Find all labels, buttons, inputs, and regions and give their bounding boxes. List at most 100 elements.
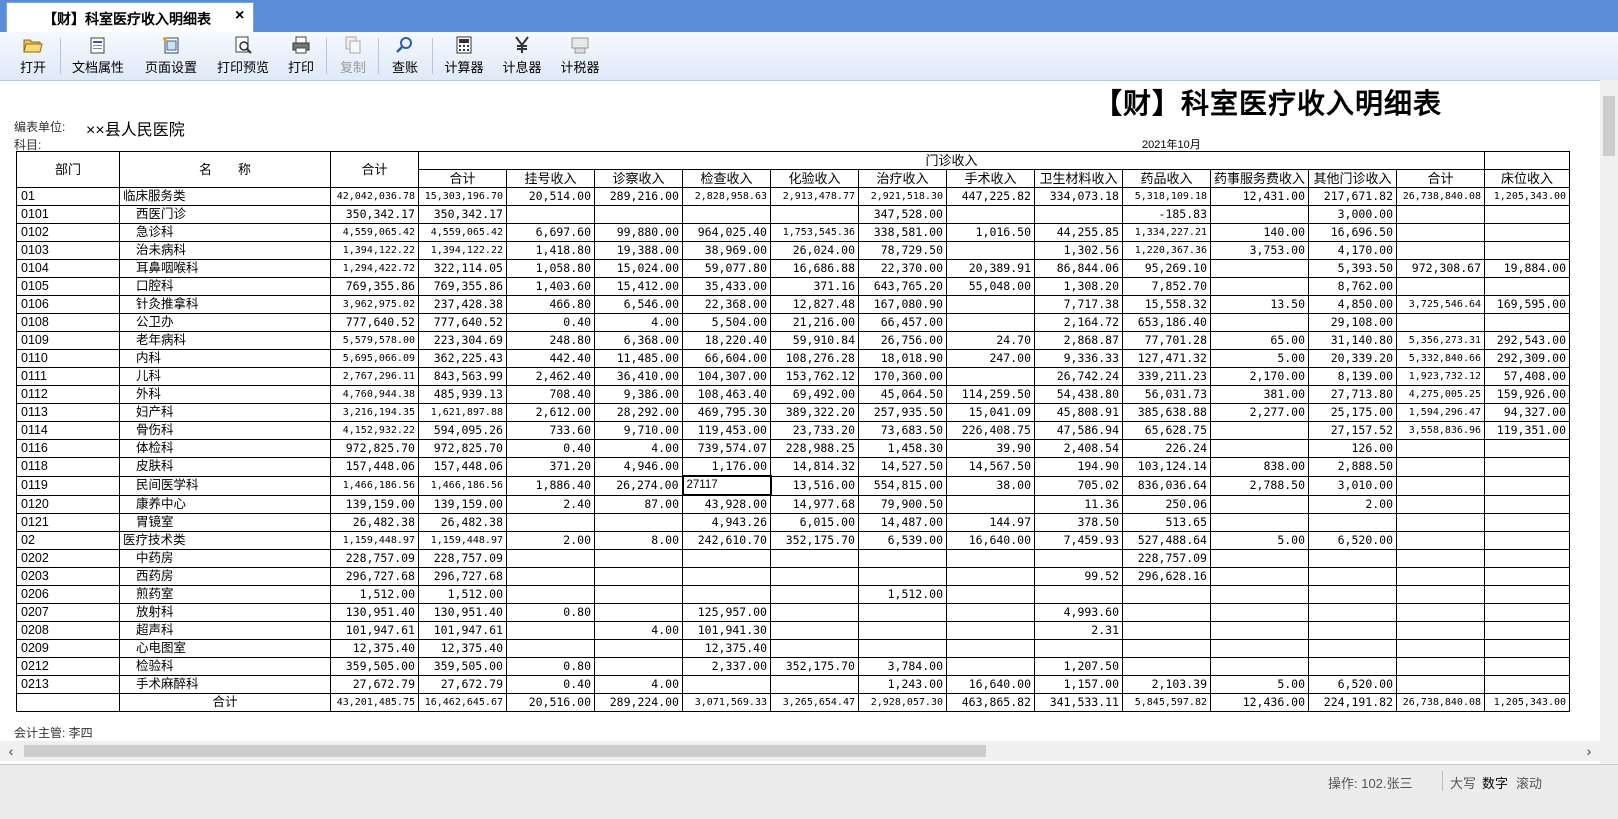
cell-value[interactable] — [1396, 241, 1486, 260]
cell-value[interactable]: 1,403.60 — [506, 277, 595, 296]
cell-value[interactable] — [1209, 639, 1310, 658]
cell-value[interactable] — [1396, 621, 1486, 640]
cell-value[interactable]: 20,514.00 — [506, 187, 595, 206]
cell-value[interactable] — [1484, 241, 1571, 260]
cell-name[interactable]: 胃镜室 — [119, 513, 331, 532]
cell-value[interactable]: 469,795.30 — [682, 403, 771, 422]
cell-value[interactable]: 38,969.00 — [682, 241, 771, 260]
cell-value[interactable]: 352,175.70 — [770, 531, 859, 550]
cell-value[interactable]: 15,412.00 — [594, 277, 683, 296]
cell-value[interactable] — [946, 367, 1035, 386]
total-cell[interactable]: 1,205,343.00 — [1484, 693, 1571, 712]
cell-value[interactable]: 14,567.50 — [946, 457, 1035, 477]
cell-value[interactable] — [1209, 513, 1310, 532]
cell-value[interactable]: 836,036.64 — [1122, 475, 1211, 496]
cell-value[interactable]: 338,581.00 — [858, 223, 947, 242]
cell-value[interactable]: 2,462.40 — [506, 367, 595, 386]
cell-value[interactable]: 1,207.50 — [1034, 657, 1123, 676]
cell-value[interactable] — [946, 585, 1035, 604]
cell-value[interactable]: 322,114.05 — [418, 259, 507, 278]
cell-value[interactable]: 16,640.00 — [946, 675, 1035, 694]
cell-value[interactable]: 228,988.25 — [770, 439, 859, 458]
cell-code[interactable]: 0208 — [16, 621, 120, 640]
cell-value[interactable]: 0.40 — [506, 675, 595, 694]
cell-value[interactable] — [1122, 603, 1211, 622]
cell-value[interactable]: 226,408.75 — [946, 421, 1035, 440]
cell-value[interactable]: 1,466,186.56 — [330, 475, 419, 496]
cell-value[interactable]: 45,808.91 — [1034, 403, 1123, 422]
cell-value[interactable] — [1396, 567, 1486, 586]
cell-value[interactable]: 26,742.24 — [1034, 367, 1123, 386]
cell-value[interactable]: 2,103.39 — [1122, 675, 1211, 694]
cell-value[interactable]: 1,302.56 — [1034, 241, 1123, 260]
cell-code[interactable]: 0203 — [16, 567, 120, 586]
cell-value[interactable]: 66,457.00 — [858, 313, 947, 332]
cell-value[interactable] — [1308, 657, 1398, 676]
cell-value[interactable]: 36,410.00 — [594, 367, 683, 386]
cell-value[interactable]: 31,140.80 — [1308, 331, 1398, 350]
cell-value[interactable]: 87.00 — [594, 494, 683, 514]
tax-calculator-button[interactable]: 计税器 — [556, 34, 604, 78]
cell-value[interactable]: 371.16 — [770, 277, 859, 296]
cell-value[interactable]: 12,431.00 — [1209, 187, 1310, 206]
cell-value[interactable]: 223,304.69 — [418, 331, 507, 350]
cell-value[interactable]: 65,628.75 — [1122, 421, 1211, 440]
cell-value[interactable]: 4,946.00 — [594, 457, 683, 477]
cell-code[interactable]: 0111 — [16, 367, 120, 386]
cell-value[interactable] — [1308, 603, 1398, 622]
cell-value[interactable]: 12,375.40 — [418, 639, 507, 658]
total-cell[interactable]: 16,462,645.67 — [418, 693, 507, 712]
cell-value[interactable]: 27,672.79 — [418, 675, 507, 694]
cell-value[interactable]: 2,612.00 — [506, 403, 595, 422]
cell-value[interactable]: 119,351.00 — [1484, 421, 1571, 440]
cell-value[interactable] — [1484, 585, 1571, 604]
cell-value[interactable] — [1484, 475, 1571, 496]
cell-value[interactable]: 1,512.00 — [330, 585, 419, 604]
cell-value[interactable]: 14,814.32 — [770, 457, 859, 477]
total-cell[interactable]: 26,738,840.08 — [1396, 693, 1486, 712]
cell-value[interactable] — [506, 513, 595, 532]
cell-value[interactable] — [858, 549, 947, 568]
cell-value[interactable]: 26,756.00 — [858, 331, 947, 350]
cell-value[interactable]: 59,910.84 — [770, 331, 859, 350]
cell-value[interactable] — [1209, 585, 1310, 604]
cell-value[interactable] — [682, 205, 771, 224]
cell-value[interactable]: 3,784.00 — [858, 657, 947, 676]
cell-value[interactable]: 194.90 — [1034, 457, 1123, 477]
cell-value[interactable] — [506, 639, 595, 658]
cell-value[interactable]: 2,408.54 — [1034, 439, 1123, 458]
cell-value[interactable]: 7,852.70 — [1122, 277, 1211, 296]
cell-value[interactable] — [946, 567, 1035, 586]
cell-value[interactable]: 86,844.06 — [1034, 259, 1123, 278]
cell-value[interactable]: 1,458.30 — [858, 439, 947, 458]
cell-value[interactable]: 257,935.50 — [858, 403, 947, 422]
cell-value[interactable]: 15,024.00 — [594, 259, 683, 278]
cell-value[interactable]: 442.40 — [506, 349, 595, 368]
cell-code[interactable]: 0118 — [16, 457, 120, 477]
cell-value[interactable] — [1034, 639, 1123, 658]
cell-value[interactable]: 157,448.06 — [418, 457, 507, 477]
cell-value[interactable]: 1,294,422.72 — [330, 259, 419, 278]
cell-code[interactable]: 0121 — [16, 513, 120, 532]
scroll-right-icon[interactable]: › — [1580, 741, 1598, 761]
cell-value[interactable]: 228,757.09 — [1122, 549, 1211, 568]
cell-value[interactable]: 0.40 — [506, 313, 595, 332]
cell-value[interactable]: 352,175.70 — [770, 657, 859, 676]
cell-value[interactable]: 7,459.93 — [1034, 531, 1123, 550]
cell-value[interactable]: 25,175.00 — [1308, 403, 1398, 422]
cell-value[interactable] — [1122, 639, 1211, 658]
cell-value[interactable]: 69,492.00 — [770, 385, 859, 404]
cell-value[interactable] — [1396, 585, 1486, 604]
cell-value[interactable]: 1,016.50 — [946, 223, 1035, 242]
cell-code[interactable]: 0113 — [16, 403, 120, 422]
cell-value[interactable]: 3,010.00 — [1308, 475, 1398, 496]
cell-name[interactable]: 口腔科 — [119, 277, 331, 296]
cell-value[interactable]: 1,058.80 — [506, 259, 595, 278]
cell-value[interactable]: 167,080.90 — [858, 295, 947, 314]
cell-value[interactable]: 594,095.26 — [418, 421, 507, 440]
cell-value[interactable]: 4,993.60 — [1034, 603, 1123, 622]
cell-value[interactable]: 1,205,343.00 — [1484, 187, 1571, 206]
cell-value[interactable]: 739,574.07 — [682, 439, 771, 458]
cell-value[interactable]: 339,211.23 — [1122, 367, 1211, 386]
cell-value[interactable] — [1122, 621, 1211, 640]
